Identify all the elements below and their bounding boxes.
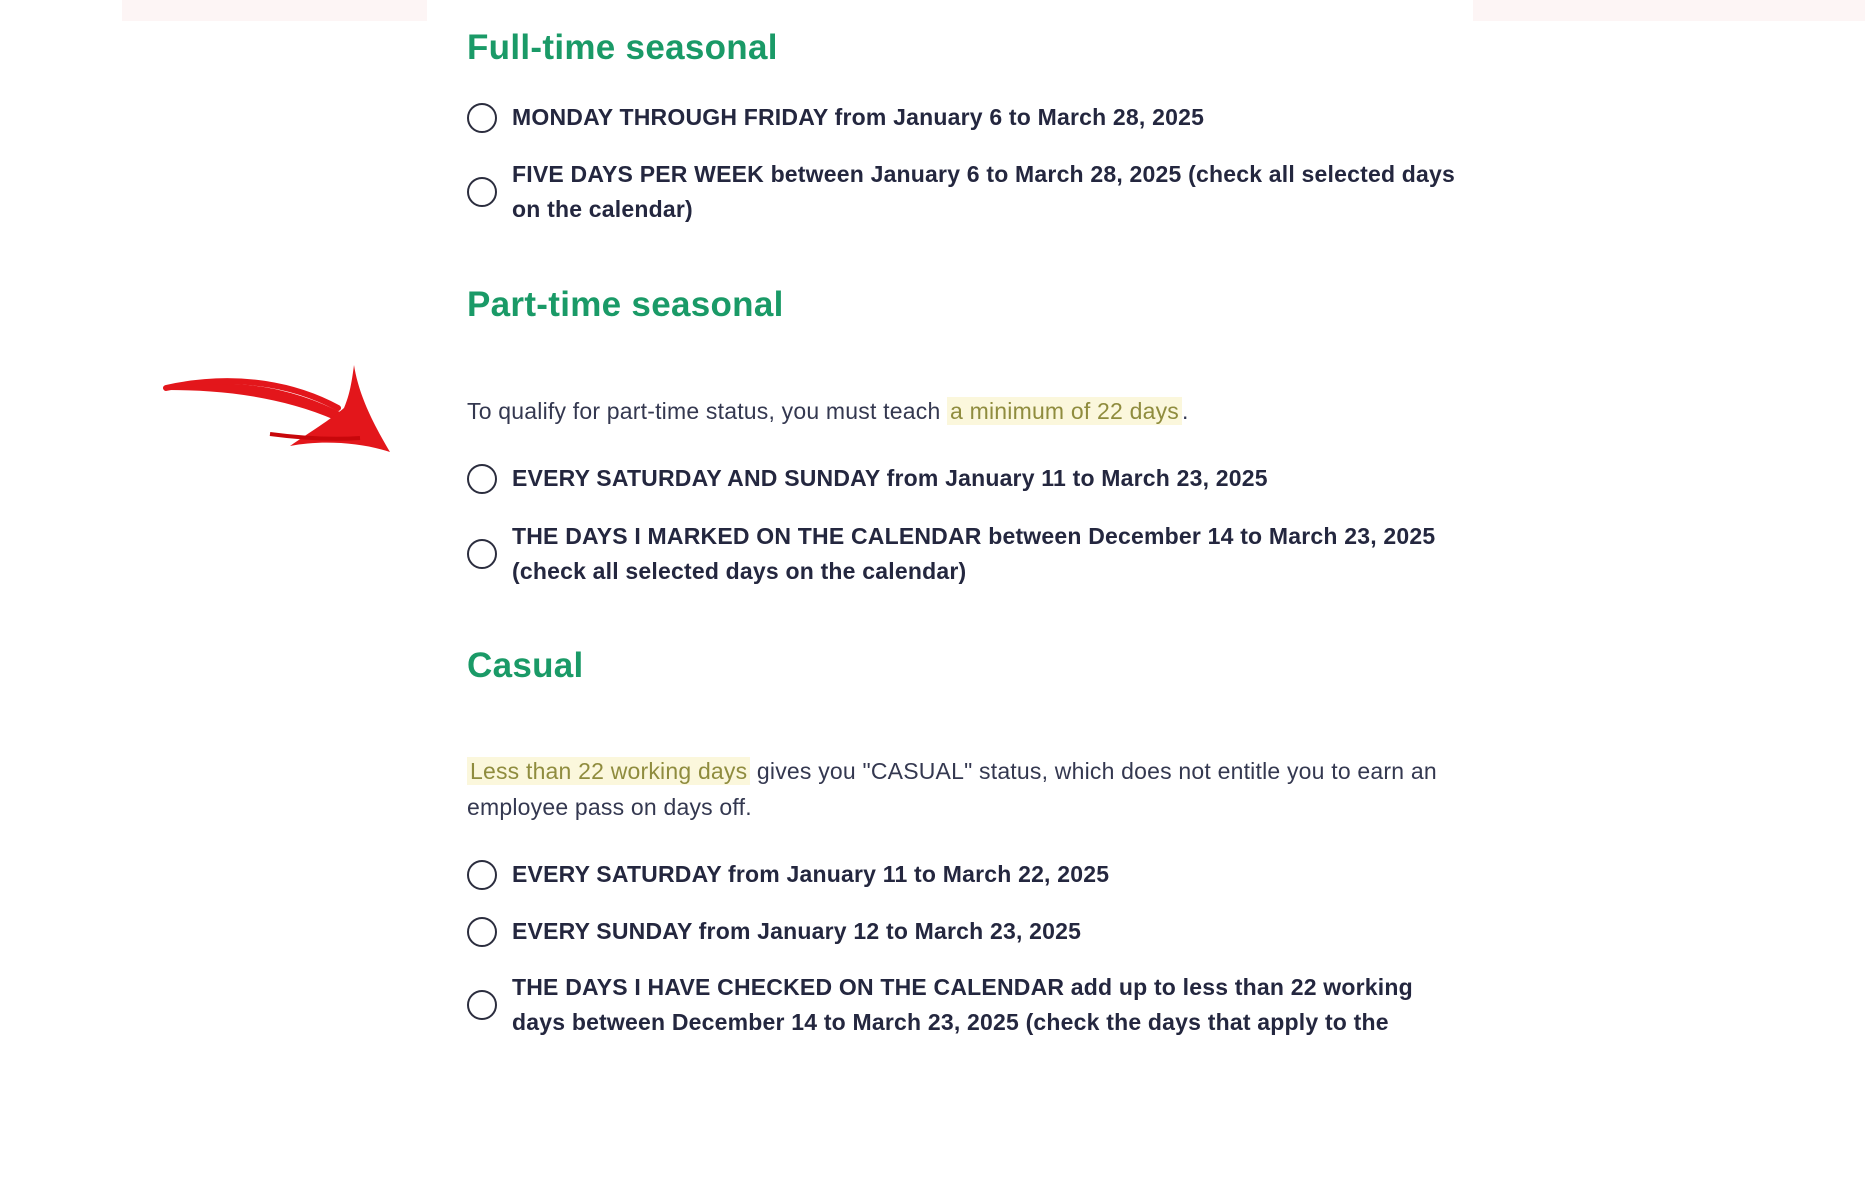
intro-text: To qualify for part-time status, you mus… xyxy=(467,398,948,424)
option-part-time-weekends[interactable]: EVERY SATURDAY AND SUNDAY from January 1… xyxy=(467,461,1467,496)
option-full-time-five-days[interactable]: FIVE DAYS PER WEEK between January 6 to … xyxy=(467,157,1467,227)
option-label: THE DAYS I MARKED ON THE CALENDAR betwee… xyxy=(512,523,1436,584)
part-time-intro: To qualify for part-time status, you mus… xyxy=(467,393,1447,429)
section-title-part-time: Part-time seasonal xyxy=(467,285,784,324)
radio-button[interactable] xyxy=(467,990,497,1020)
option-casual-saturday[interactable]: EVERY SATURDAY from January 11 to March … xyxy=(467,857,1467,892)
casual-intro: Less than 22 working days gives you "CAS… xyxy=(467,753,1447,825)
option-label: EVERY SUNDAY from January 12 to March 23… xyxy=(512,918,1082,944)
top-banner-right xyxy=(1473,0,1865,21)
red-arrow-icon xyxy=(163,365,390,452)
option-part-time-calendar[interactable]: THE DAYS I MARKED ON THE CALENDAR betwee… xyxy=(467,519,1467,589)
option-casual-calendar[interactable]: THE DAYS I HAVE CHECKED ON THE CALENDAR … xyxy=(467,970,1467,1040)
option-label: EVERY SATURDAY AND SUNDAY from January 1… xyxy=(512,465,1268,491)
option-label: MONDAY THROUGH FRIDAY from January 6 to … xyxy=(512,104,1205,130)
radio-button[interactable] xyxy=(467,916,497,947)
radio-button[interactable] xyxy=(467,859,497,890)
option-full-time-mon-fri[interactable]: MONDAY THROUGH FRIDAY from January 6 to … xyxy=(467,100,1467,135)
option-casual-sunday[interactable]: EVERY SUNDAY from January 12 to March 23… xyxy=(467,914,1467,949)
radio-button[interactable] xyxy=(467,539,497,569)
intro-highlight: Less than 22 working days xyxy=(467,757,751,785)
intro-end: . xyxy=(1182,398,1189,424)
radio-button[interactable] xyxy=(467,102,497,133)
top-banner-left xyxy=(122,0,427,21)
radio-button[interactable] xyxy=(467,177,497,207)
option-label: FIVE DAYS PER WEEK between January 6 to … xyxy=(512,161,1456,222)
option-label: THE DAYS I HAVE CHECKED ON THE CALENDAR … xyxy=(512,974,1413,1035)
section-title-casual: Casual xyxy=(467,646,584,685)
section-title-full-time: Full-time seasonal xyxy=(467,28,778,67)
option-label: EVERY SATURDAY from January 11 to March … xyxy=(512,861,1110,887)
intro-highlight: a minimum of 22 days xyxy=(947,397,1183,425)
radio-button[interactable] xyxy=(467,463,497,494)
